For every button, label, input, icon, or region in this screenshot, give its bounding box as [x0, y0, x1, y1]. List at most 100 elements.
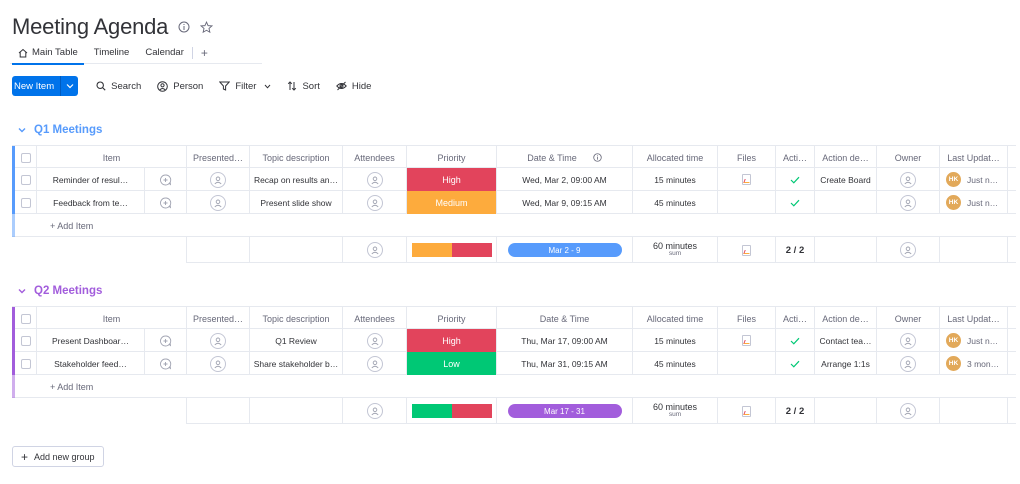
- column-header-owner[interactable]: Owner: [877, 146, 940, 169]
- last-updated-cell[interactable]: HK Just n…: [940, 329, 1008, 352]
- presenter-cell[interactable]: [187, 191, 250, 214]
- action-desc-cell[interactable]: [815, 191, 877, 214]
- hide-button[interactable]: Hide: [336, 81, 371, 92]
- topic-cell[interactable]: Recap on results an…: [250, 168, 343, 191]
- file-icon[interactable]: [742, 335, 751, 346]
- chevron-down-icon[interactable]: [18, 127, 26, 133]
- presenter-cell[interactable]: [187, 168, 250, 191]
- item-name-cell[interactable]: Present Dashboar…: [37, 329, 145, 352]
- summary-priority-cell[interactable]: [407, 237, 497, 263]
- attendees-cell[interactable]: [343, 168, 407, 191]
- column-header-datetime[interactable]: Date & Time: [497, 307, 633, 330]
- select-all-checkbox[interactable]: [20, 152, 31, 163]
- owner-cell[interactable]: [877, 352, 940, 375]
- attendees-cell[interactable]: [343, 329, 407, 352]
- item-name-cell[interactable]: Stakeholder feed…: [37, 352, 145, 375]
- summary-datetime-cell[interactable]: Mar 2 - 9: [497, 237, 633, 263]
- column-header-topic[interactable]: Topic description: [250, 307, 343, 330]
- owner-cell[interactable]: [877, 168, 940, 191]
- allocated-cell[interactable]: 15 minutes: [633, 168, 718, 191]
- chevron-down-icon[interactable]: [18, 288, 26, 294]
- files-cell[interactable]: [718, 168, 776, 191]
- table-row[interactable]: Stakeholder feed… Share stakeholder b… L…: [12, 352, 1016, 375]
- topic-cell[interactable]: Share stakeholder b…: [250, 352, 343, 375]
- column-header-action[interactable]: Acti…: [776, 307, 815, 330]
- datetime-cell[interactable]: Wed, Mar 9, 09:15 AM: [497, 191, 633, 214]
- column-header-action-desc[interactable]: Action de…: [815, 146, 877, 169]
- add-update-cell[interactable]: [145, 191, 187, 214]
- file-icon[interactable]: [742, 244, 751, 256]
- item-name-cell[interactable]: Reminder of resul…: [37, 168, 145, 191]
- attendees-cell[interactable]: [343, 191, 407, 214]
- column-header-item[interactable]: Item: [37, 146, 187, 169]
- add-item-input[interactable]: + Add Item: [50, 214, 93, 237]
- priority-cell[interactable]: High: [407, 329, 497, 352]
- column-header-files[interactable]: Files: [718, 307, 776, 330]
- column-header-attendees[interactable]: Attendees: [343, 146, 407, 169]
- files-cell[interactable]: [718, 191, 776, 214]
- priority-cell[interactable]: Low: [407, 352, 497, 375]
- sort-button[interactable]: Sort: [287, 81, 320, 92]
- column-header-owner[interactable]: Owner: [877, 307, 940, 330]
- action-desc-cell[interactable]: Contact tea…: [815, 329, 877, 352]
- row-checkbox[interactable]: [20, 358, 31, 369]
- column-header-presenter[interactable]: Presented…: [187, 146, 250, 169]
- info-icon[interactable]: [178, 21, 190, 33]
- datetime-cell[interactable]: Wed, Mar 2, 09:00 AM: [497, 168, 633, 191]
- action-cell[interactable]: [776, 329, 815, 352]
- table-row[interactable]: Present Dashboar… Q1 Review High Thu, Ma…: [12, 329, 1016, 352]
- new-item-button[interactable]: New Item: [12, 76, 79, 96]
- column-header-presenter[interactable]: Presented…: [187, 307, 250, 330]
- star-icon[interactable]: [200, 20, 214, 34]
- topic-cell[interactable]: Q1 Review: [250, 329, 343, 352]
- column-header-action[interactable]: Acti…: [776, 146, 815, 169]
- column-header-attendees[interactable]: Attendees: [343, 307, 407, 330]
- priority-cell[interactable]: Medium: [407, 191, 497, 214]
- add-new-group-button[interactable]: + Add new group: [12, 446, 104, 467]
- add-item-row[interactable]: + Add Item: [12, 375, 1016, 398]
- action-desc-cell[interactable]: Create Board: [815, 168, 877, 191]
- group-title-q1[interactable]: Q1 Meetings: [18, 124, 102, 136]
- summary-datetime-cell[interactable]: Mar 17 - 31: [497, 398, 633, 424]
- column-header-files[interactable]: Files: [718, 146, 776, 169]
- item-name-cell[interactable]: Feedback from te…: [37, 191, 145, 214]
- add-update-cell[interactable]: [145, 352, 187, 375]
- allocated-cell[interactable]: 45 minutes: [633, 191, 718, 214]
- chevron-down-icon[interactable]: [60, 76, 78, 96]
- row-checkbox[interactable]: [20, 335, 31, 346]
- last-updated-cell[interactable]: HK Just n…: [940, 168, 1008, 191]
- action-cell[interactable]: [776, 168, 815, 191]
- select-all-checkbox[interactable]: [20, 313, 31, 324]
- row-checkbox[interactable]: [20, 197, 31, 208]
- topic-cell[interactable]: Present slide show: [250, 191, 343, 214]
- presenter-cell[interactable]: [187, 329, 250, 352]
- column-header-item[interactable]: Item: [37, 307, 187, 330]
- datetime-cell[interactable]: Thu, Mar 31, 09:15 AM: [497, 352, 633, 375]
- person-filter-button[interactable]: Person: [157, 81, 203, 92]
- action-cell[interactable]: [776, 191, 815, 214]
- owner-cell[interactable]: [877, 329, 940, 352]
- files-cell[interactable]: [718, 352, 776, 375]
- column-header-allocated[interactable]: Allocated time: [633, 146, 718, 169]
- group-title-q2[interactable]: Q2 Meetings: [18, 285, 102, 297]
- last-updated-cell[interactable]: HK Just n…: [940, 191, 1008, 214]
- table-row[interactable]: Feedback from te… Present slide show Med…: [12, 191, 1016, 214]
- row-checkbox[interactable]: [20, 174, 31, 185]
- last-updated-cell[interactable]: HK 3 mon…: [940, 352, 1008, 375]
- allocated-cell[interactable]: 15 minutes: [633, 329, 718, 352]
- summary-files-cell[interactable]: [718, 237, 776, 263]
- priority-cell[interactable]: High: [407, 168, 497, 191]
- action-cell[interactable]: [776, 352, 815, 375]
- column-header-last-updated[interactable]: Last Updat…: [940, 146, 1008, 169]
- add-update-cell[interactable]: [145, 168, 187, 191]
- tab-calendar[interactable]: Calendar: [137, 42, 192, 64]
- attendees-cell[interactable]: [343, 352, 407, 375]
- add-view-icon[interactable]: +: [193, 46, 216, 60]
- add-item-row[interactable]: + Add Item: [12, 214, 1016, 237]
- datetime-cell[interactable]: Thu, Mar 17, 09:00 AM: [497, 329, 633, 352]
- allocated-cell[interactable]: 45 minutes: [633, 352, 718, 375]
- file-icon[interactable]: [742, 174, 751, 185]
- tab-main-table[interactable]: Main Table: [10, 42, 86, 65]
- column-header-action-desc[interactable]: Action de…: [815, 307, 877, 330]
- files-cell[interactable]: [718, 329, 776, 352]
